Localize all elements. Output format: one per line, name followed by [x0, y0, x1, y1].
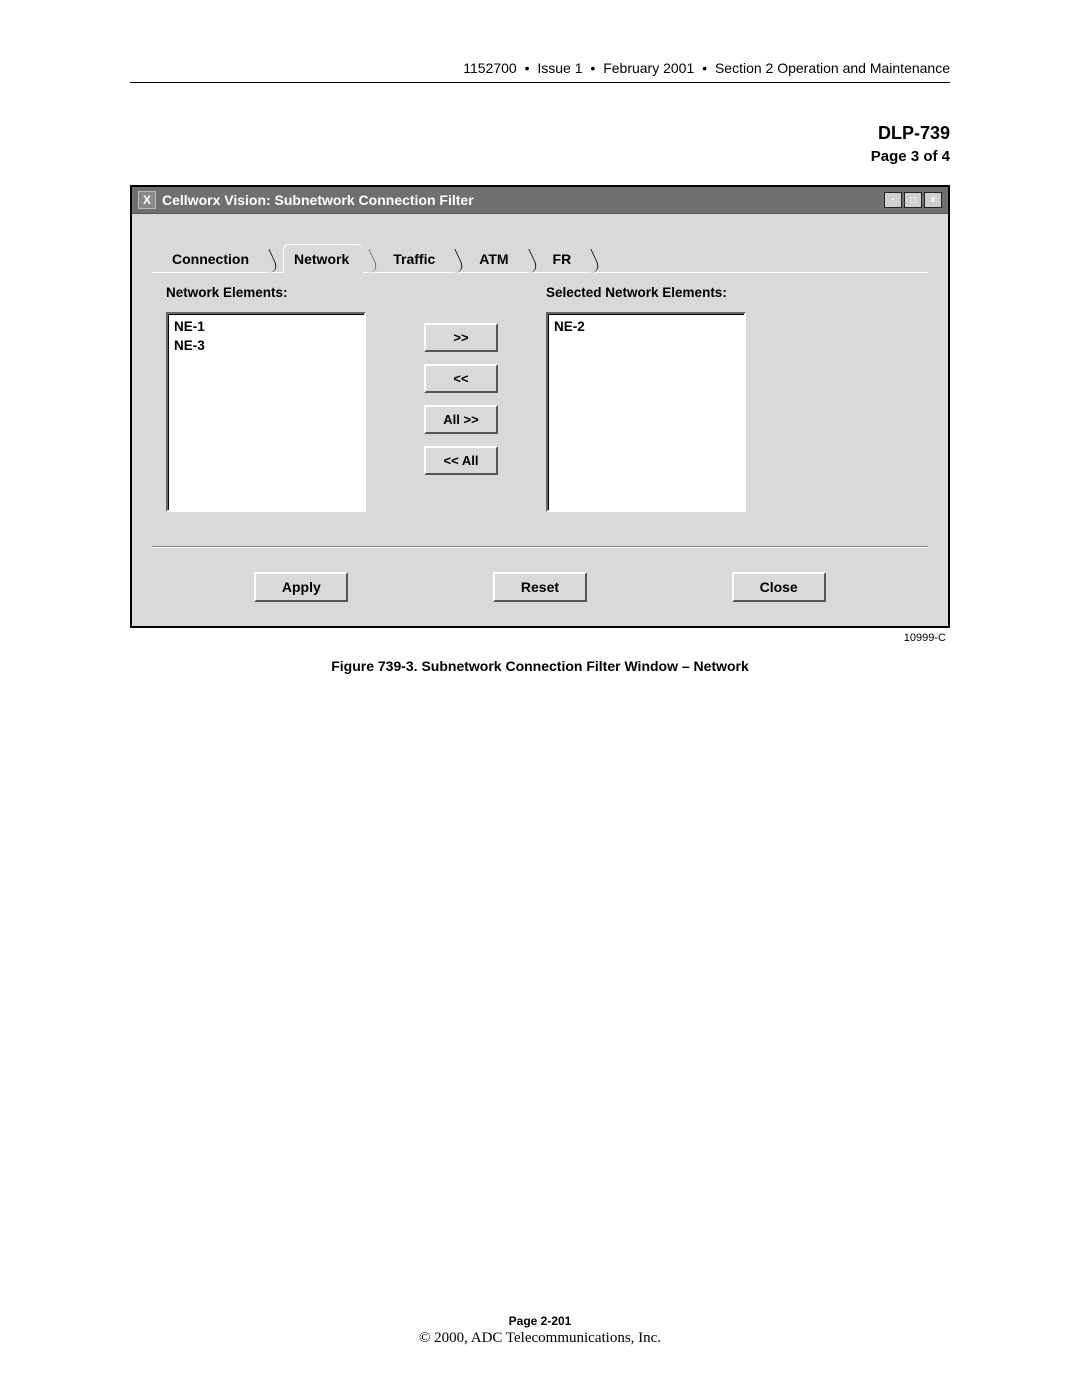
figure-caption: Figure 739-3. Subnetwork Connection Filt… [130, 658, 950, 674]
tab-network[interactable]: Network [283, 244, 363, 273]
remove-all-button[interactable]: << All [424, 446, 498, 475]
copyright: © 2000, ADC Telecommunications, Inc. [419, 1330, 661, 1346]
tab-fr[interactable]: FR [543, 245, 586, 273]
list-item[interactable]: NE-3 [174, 337, 358, 356]
network-elements-label: Network Elements: [166, 285, 376, 300]
doc-number: 1152700 [463, 60, 516, 76]
network-elements-listbox[interactable]: NE-1 NE-3 [166, 312, 366, 512]
window-title: Cellworx Vision: Subnetwork Connection F… [162, 192, 474, 208]
add-all-button[interactable]: All >> [424, 405, 498, 434]
tab-bar: Connection Network Traffic ATM FR [162, 244, 928, 273]
selected-elements-listbox[interactable]: NE-2 [546, 312, 746, 512]
tab-connection[interactable]: Connection [162, 245, 263, 273]
date: February 2001 [603, 60, 694, 76]
list-item[interactable]: NE-2 [554, 318, 738, 337]
tab-content: Network Elements: NE-1 NE-3 >> << All >>… [152, 272, 928, 532]
page-number: Page 2-201 [0, 1314, 1080, 1328]
app-window: X Cellworx Vision: Subnetwork Connection… [130, 185, 950, 628]
dlp-title: DLP-739 [130, 123, 950, 144]
page-header: 1152700 • Issue 1 • February 2001 • Sect… [130, 60, 950, 83]
list-item[interactable]: NE-1 [174, 318, 358, 337]
selected-elements-label: Selected Network Elements: [546, 285, 756, 300]
add-button[interactable]: >> [424, 323, 498, 352]
maximize-button[interactable]: □ [904, 192, 922, 208]
tab-atm[interactable]: ATM [469, 245, 522, 273]
minimize-button[interactable]: - [884, 192, 902, 208]
apply-button[interactable]: Apply [254, 572, 348, 602]
section: Section 2 Operation and Maintenance [715, 60, 950, 76]
figure-id: 10999-C [130, 632, 946, 644]
tab-traffic[interactable]: Traffic [383, 245, 449, 273]
app-icon: X [138, 191, 156, 209]
page-of: Page 3 of 4 [130, 148, 950, 165]
issue: Issue 1 [537, 60, 582, 76]
divider [152, 546, 928, 548]
close-window-button[interactable]: x [924, 192, 942, 208]
remove-button[interactable]: << [424, 364, 498, 393]
close-button[interactable]: Close [732, 572, 826, 602]
reset-button[interactable]: Reset [493, 572, 587, 602]
title-bar: X Cellworx Vision: Subnetwork Connection… [132, 187, 948, 214]
page-footer: Page 2-201 © 2000, ADC Telecommunication… [0, 1314, 1080, 1347]
